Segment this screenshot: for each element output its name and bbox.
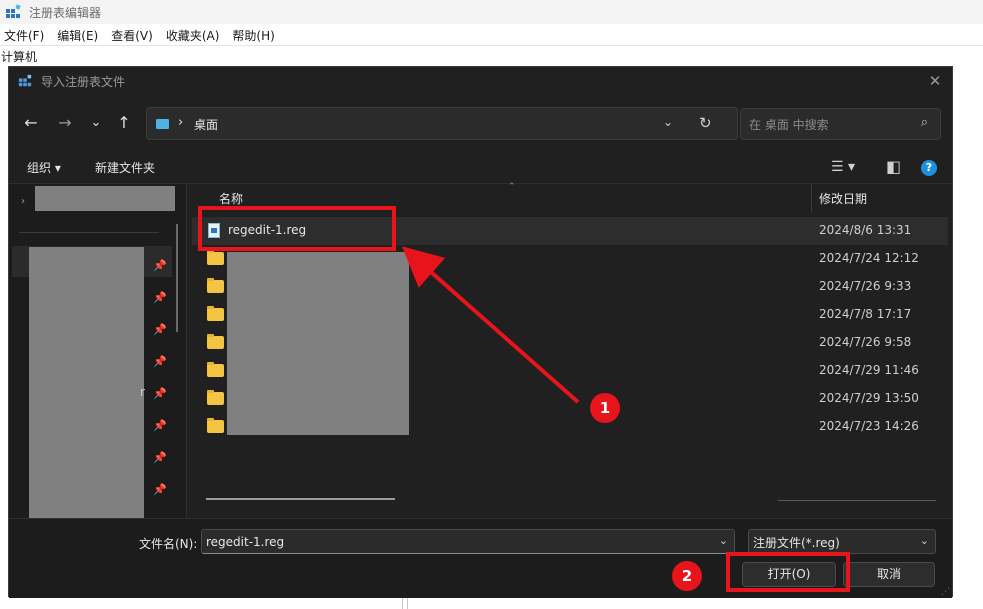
- step-badge-2: 2: [672, 561, 702, 591]
- annotation-arrow: [402, 246, 580, 404]
- step-badge-1: 1: [590, 393, 620, 423]
